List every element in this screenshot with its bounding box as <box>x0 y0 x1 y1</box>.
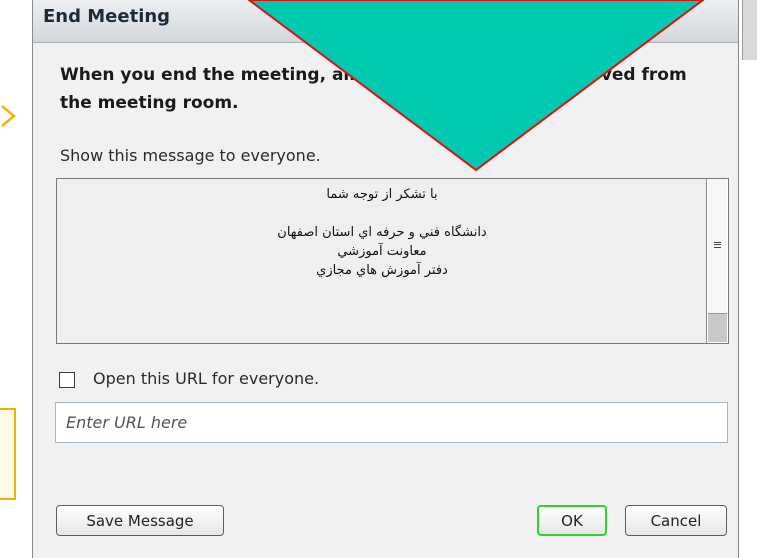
side-arrow-icon <box>1 105 16 127</box>
end-meeting-notice: When you end the meeting, all participan… <box>60 65 687 113</box>
scrollbar-thumb[interactable] <box>708 179 727 314</box>
end-meeting-dialog: End Meeting When you end the meeting, al… <box>32 0 739 558</box>
side-note-box <box>0 408 16 500</box>
message-line: دفتر آموزش هاي مجازي <box>316 263 448 278</box>
grip-icon <box>714 242 721 248</box>
ok-button[interactable]: OK <box>537 505 607 536</box>
save-message-button[interactable]: Save Message <box>56 505 224 536</box>
message-scrollbar[interactable] <box>706 179 728 343</box>
dialog-title: End Meeting <box>43 6 171 27</box>
dialog-titlebar[interactable]: End Meeting <box>33 0 738 43</box>
message-line: با تشكر از توجه شما <box>326 187 438 202</box>
message-line: معاونت آموزشي <box>337 244 427 259</box>
show-message-label: Show this message to everyone. <box>60 146 321 165</box>
scrollbar-track[interactable] <box>708 314 727 342</box>
message-line: دانشگاه فني و حرفه اي استان اصفهان <box>277 225 487 240</box>
message-text: با تشكر از توجه شما دانشگاه فني و حرفه ا… <box>57 185 707 280</box>
message-line <box>57 204 707 223</box>
open-url-label[interactable]: Open this URL for everyone. <box>93 369 319 388</box>
message-textarea[interactable]: با تشكر از توجه شما دانشگاه فني و حرفه ا… <box>56 178 729 344</box>
background-right-strip <box>739 0 757 558</box>
url-input[interactable] <box>55 402 728 443</box>
open-url-checkbox[interactable] <box>59 372 75 388</box>
cancel-button[interactable]: Cancel <box>625 505 727 536</box>
background-window-edge <box>742 0 757 60</box>
